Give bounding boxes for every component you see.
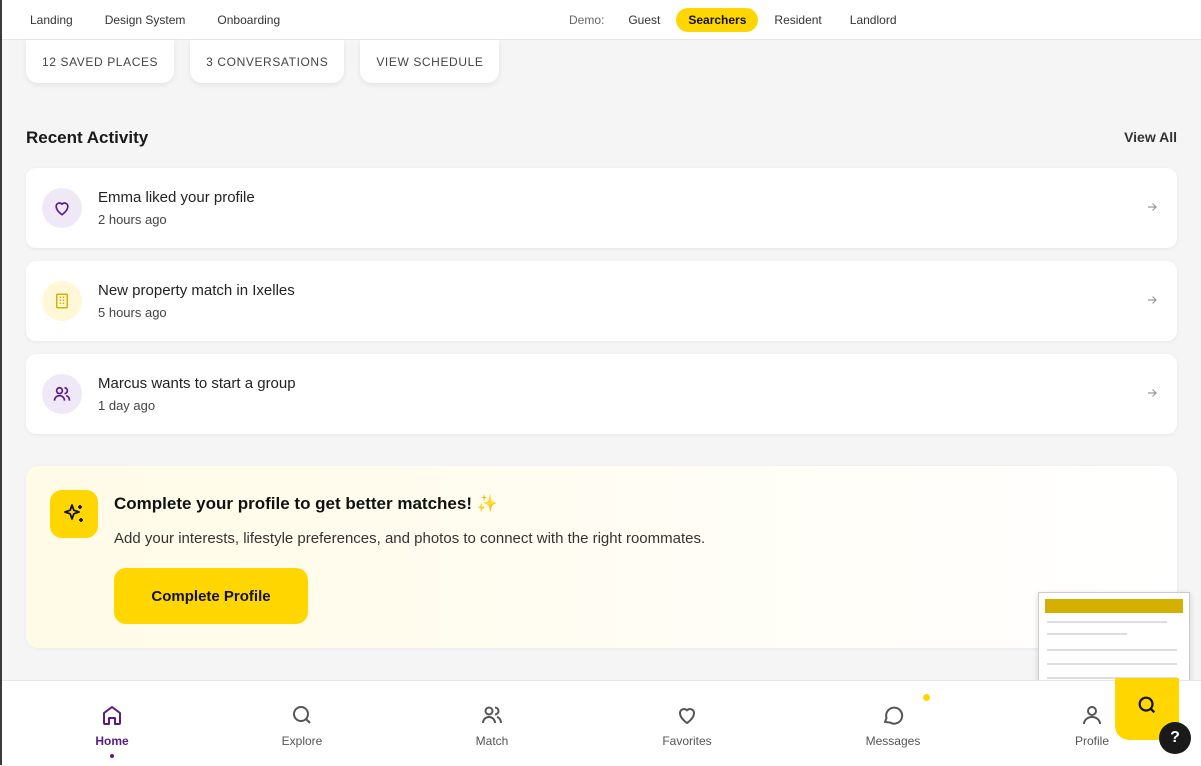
activity-title: New property match in Ixelles (98, 282, 295, 299)
bottom-nav: Home Explore Match Favorites Messages Pr… (2, 680, 1201, 766)
demo-mode-searchers[interactable]: Searchers (676, 8, 759, 32)
arrow-right-icon (1145, 200, 1159, 219)
preview-line (1047, 649, 1177, 651)
preview-line (1047, 621, 1167, 623)
nav-explore[interactable]: Explore (257, 703, 347, 748)
active-indicator (110, 754, 114, 758)
chat-bubble-icon (884, 706, 904, 725)
activity-item[interactable]: Marcus wants to start a group 1 day ago (26, 354, 1177, 434)
sparkles-icon (50, 490, 98, 538)
nav-favorites[interactable]: Favorites (642, 703, 732, 748)
demo-mode-resident[interactable]: Resident (762, 8, 833, 32)
recent-activity-title: Recent Activity (26, 128, 149, 147)
nav-home-label: Home (95, 734, 129, 748)
demo-switcher: Demo: Guest Searchers Resident Landlord (569, 0, 913, 40)
nav-messages[interactable]: Messages (848, 703, 938, 748)
nav-favorites-label: Favorites (662, 734, 712, 748)
heart-icon (42, 188, 82, 228)
arrow-right-icon (1145, 386, 1159, 405)
demo-label: Demo: (569, 13, 605, 27)
activity-title: Marcus wants to start a group (98, 375, 296, 392)
demo-mode-guest[interactable]: Guest (616, 8, 672, 32)
nav-messages-label: Messages (865, 734, 921, 748)
activity-time: 5 hours ago (98, 305, 167, 320)
demo-mode-landlord[interactable]: Landlord (838, 8, 909, 32)
activity-title: Emma liked your profile (98, 189, 255, 206)
activity-time: 1 day ago (98, 398, 156, 413)
user-icon (1083, 706, 1101, 725)
activity-list: Emma liked your profile 2 hours ago New … (26, 168, 1177, 447)
nav-match[interactable]: Match (447, 703, 537, 748)
activity-text: New property match in Ixelles 5 hours ag… (98, 282, 295, 320)
preview-line (1047, 663, 1177, 665)
activity-item[interactable]: Emma liked your profile 2 hours ago (26, 168, 1177, 248)
users-icon (482, 706, 502, 724)
heart-icon (679, 708, 695, 724)
quick-actions: 12 SAVED PLACES 3 CONVERSATIONS VIEW SCH… (26, 40, 500, 83)
complete-profile-button[interactable]: Complete Profile (114, 568, 308, 624)
messages-notification-dot (923, 694, 930, 701)
search-icon (1138, 696, 1156, 714)
activity-item[interactable]: New property match in Ixelles 5 hours ag… (26, 261, 1177, 341)
preview-line (1047, 633, 1127, 635)
users-icon (42, 374, 82, 414)
help-button[interactable]: ? (1159, 722, 1191, 754)
top-nav: Landing Design System Onboarding Demo: G… (2, 0, 1201, 40)
building-icon (42, 281, 82, 321)
nav-match-label: Match (475, 734, 509, 748)
promo-description: Add your interests, lifestyle preference… (114, 530, 706, 547)
search-icon (293, 706, 311, 724)
nav-link-design-system[interactable]: Design System (105, 13, 186, 27)
nav-link-landing[interactable]: Landing (30, 13, 73, 27)
conversations-chip[interactable]: 3 CONVERSATIONS (190, 40, 345, 83)
preview-header-bar (1045, 599, 1183, 613)
activity-time: 2 hours ago (98, 212, 167, 227)
activity-text: Emma liked your profile 2 hours ago (98, 189, 255, 227)
page-preview-thumbnail[interactable] (1038, 592, 1190, 688)
top-nav-links: Landing Design System Onboarding (30, 13, 312, 27)
saved-places-chip[interactable]: 12 SAVED PLACES (26, 40, 175, 83)
arrow-right-icon (1145, 293, 1159, 312)
home-icon (103, 706, 121, 725)
nav-link-onboarding[interactable]: Onboarding (217, 13, 280, 27)
promo-title: Complete your profile to get better matc… (114, 494, 498, 513)
activity-text: Marcus wants to start a group 1 day ago (98, 375, 296, 413)
view-schedule-chip[interactable]: VIEW SCHEDULE (360, 40, 500, 83)
view-all-link[interactable]: View All (1124, 129, 1177, 145)
nav-explore-label: Explore (281, 734, 323, 748)
complete-profile-card: Complete your profile to get better matc… (26, 466, 1177, 648)
nav-home[interactable]: Home (67, 703, 157, 758)
